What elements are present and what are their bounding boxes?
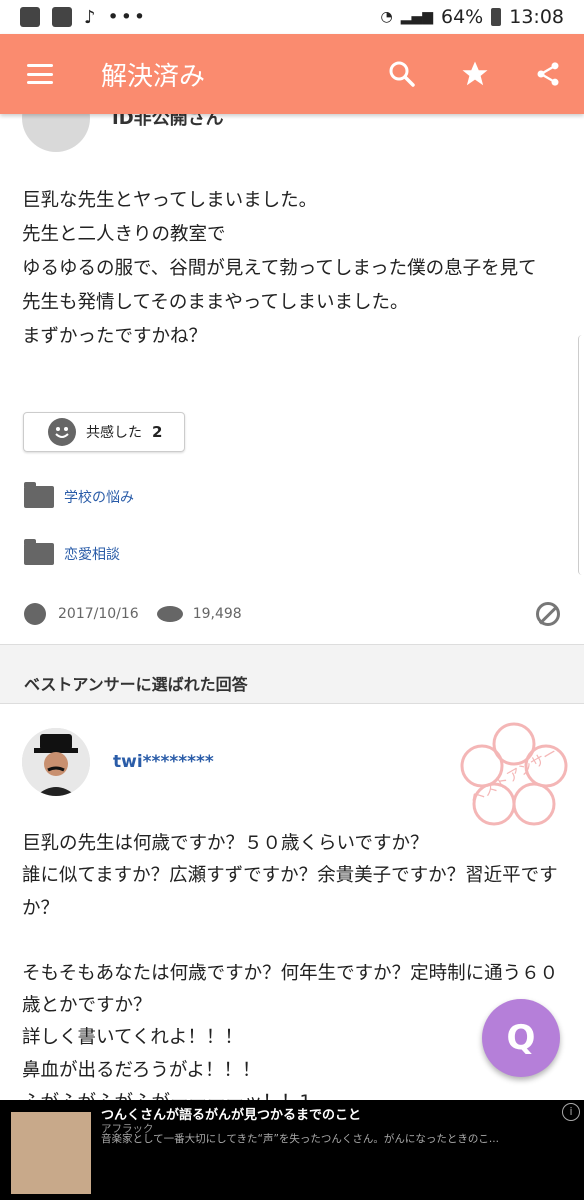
best-answer-header: ベストアンサーに選ばれた回答 [0, 644, 584, 704]
empathy-label: 共感した [86, 425, 142, 441]
gallery-icon [52, 7, 72, 27]
app-bar: 解決済み [0, 34, 584, 114]
best-answer-stamp-icon: ベストアンサー [460, 722, 568, 826]
view-count: 19,498 [192, 606, 242, 622]
battery-icon [491, 8, 502, 26]
battery-text: 64% [441, 6, 484, 28]
menu-icon[interactable] [27, 64, 53, 84]
answer-avatar[interactable] [22, 728, 90, 796]
ad-banner[interactable]: つんくさんが語るがんが見つかるまでのこと アフラック 音楽家として一番大切にして… [0, 1100, 584, 1200]
scrollbar[interactable] [578, 335, 584, 575]
search-icon[interactable] [388, 60, 416, 88]
status-bar: ♪ ••• ◔ ▂▄▆ 64% 13:08 [0, 0, 584, 34]
folder-icon [24, 539, 54, 565]
category-link-school[interactable]: 学校の悩み [24, 482, 134, 508]
music-app-icon [20, 7, 40, 27]
category-label: 恋愛相談 [64, 547, 120, 563]
question-body: 巨乳な先生とヤってしまいました。 先生と二人きりの教室で ゆるゆるの服で、谷間が… [22, 190, 537, 347]
star-icon[interactable] [460, 59, 490, 89]
signal-icon: ▂▄▆ [400, 9, 433, 25]
answer-body: 巨乳の先生は何歳ですか？５０歳くらいですか？ 誰に似てますか？広瀬すずですか？余… [22, 833, 559, 1113]
page-title: 解決済み [101, 61, 206, 92]
empathy-count: 2 [152, 423, 163, 441]
category-link-love[interactable]: 恋愛相談 [24, 539, 120, 565]
ad-thumbnail[interactable] [11, 1112, 91, 1194]
ad-info-icon[interactable]: i [562, 1103, 580, 1121]
category-label: 学校の悩み [64, 490, 134, 506]
fab-label: Q [506, 1018, 536, 1058]
ask-question-fab[interactable]: Q [482, 999, 560, 1077]
folder-icon [24, 482, 54, 508]
smiley-icon [48, 418, 76, 446]
tiktok-icon: ♪ [84, 6, 96, 28]
ad-description: 音楽家として一番大切にしてきた“声”を失ったつんくさん。がんになったときのこ..… [101, 1133, 499, 1145]
post-date: 2017/10/16 [58, 606, 139, 622]
answer-user-name[interactable]: twi******** [113, 752, 214, 772]
eye-icon [156, 606, 183, 622]
report-block-icon[interactable] [536, 602, 560, 626]
clock-time: 13:08 [509, 6, 564, 28]
empathy-button[interactable]: 共感した 2 [23, 412, 185, 452]
clock-icon [24, 603, 46, 625]
wifi-icon: ◔ [380, 9, 393, 25]
question-meta: 2017/10/16 19,498 [24, 602, 560, 626]
more-notifications-icon: ••• [107, 6, 148, 28]
share-icon[interactable] [534, 60, 562, 88]
